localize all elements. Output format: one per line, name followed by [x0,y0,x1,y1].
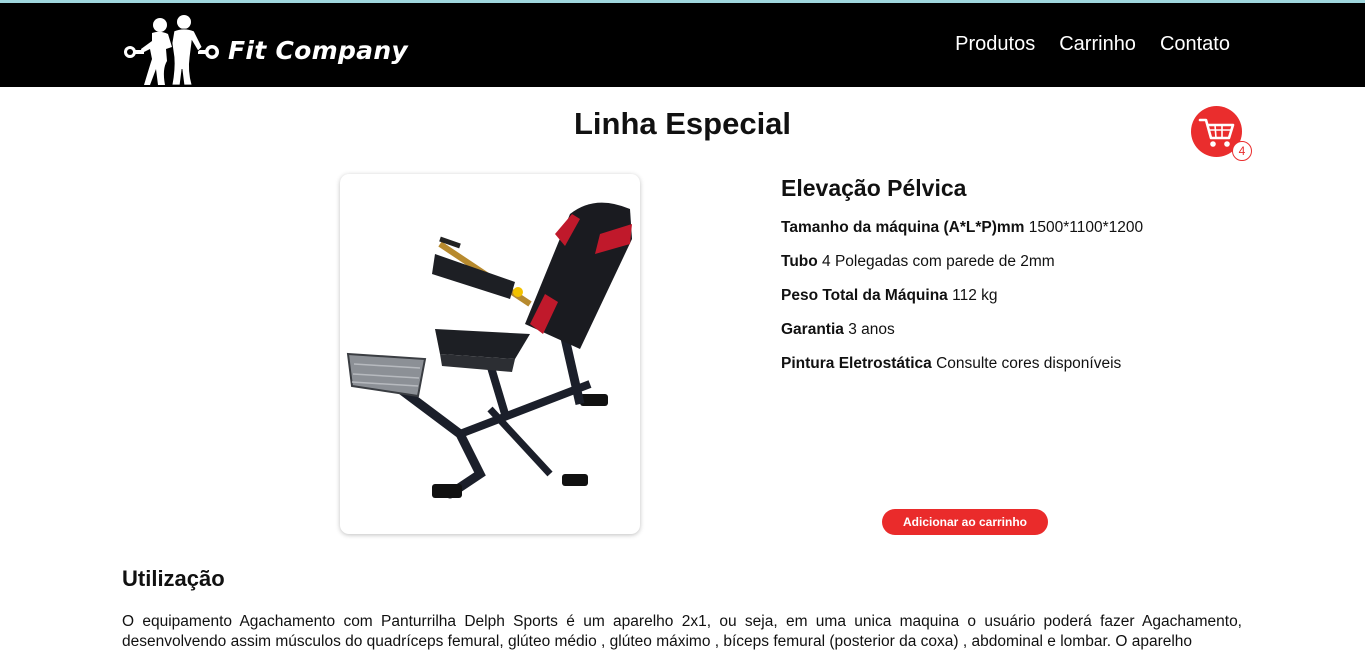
fitness-couple-dumbbell-icon [124,15,219,86]
spec-row: Peso Total da Máquina 112 kg [781,286,1261,320]
pelvic-elevation-machine-image [346,202,632,499]
spec-value: 3 anos [848,321,895,338]
spec-row: Garantia 3 anos [781,320,1261,354]
nav-carrinho[interactable]: Carrinho [1059,33,1136,56]
brand-logo[interactable]: Fit Company [122,13,408,87]
product-image-card[interactable] [340,174,640,534]
cart-count-badge: 4 [1232,141,1252,161]
product-name: Elevação Pélvica [781,175,967,201]
spec-value: 112 kg [952,287,998,304]
spec-value: 1500*1100*1200 [1028,219,1144,236]
spec-row: Pintura Eletrostática Consulte cores dis… [781,354,1261,388]
nav-contato[interactable]: Contato [1160,33,1230,56]
spec-row: Tubo 4 Polegadas com parede de 2mm [781,252,1261,286]
usage-description: O equipamento Agachamento com Panturrilh… [122,613,1242,650]
nav-produtos[interactable]: Produtos [955,33,1035,56]
spec-value: 4 Polegadas com parede de 2mm [822,253,1055,270]
spec-value: Consulte cores disponíveis [936,355,1122,372]
spec-label: Peso Total da Máquina [781,287,948,304]
brand-name: Fit Company [228,35,409,65]
add-to-cart-button[interactable]: Adicionar ao carrinho [882,509,1048,535]
page-title: Linha Especial [573,106,792,141]
navbar: Fit Company Produtos Carrinho Contato [0,3,1365,87]
spec-row: Tamanho da máquina (A*L*P)mm 1500*1100*1… [781,218,1261,252]
spec-label: Garantia [781,321,844,338]
usage-title: Utilização [122,566,225,591]
spec-label: Pintura Eletrostática [781,355,932,372]
main-nav: Produtos Carrinho Contato [955,33,1230,56]
product-specs: Tamanho da máquina (A*L*P)mm 1500*1100*1… [781,218,1261,388]
cart-button[interactable]: 4 [1191,106,1255,162]
spec-label: Tamanho da máquina (A*L*P)mm [781,219,1025,236]
spec-label: Tubo [781,253,818,270]
